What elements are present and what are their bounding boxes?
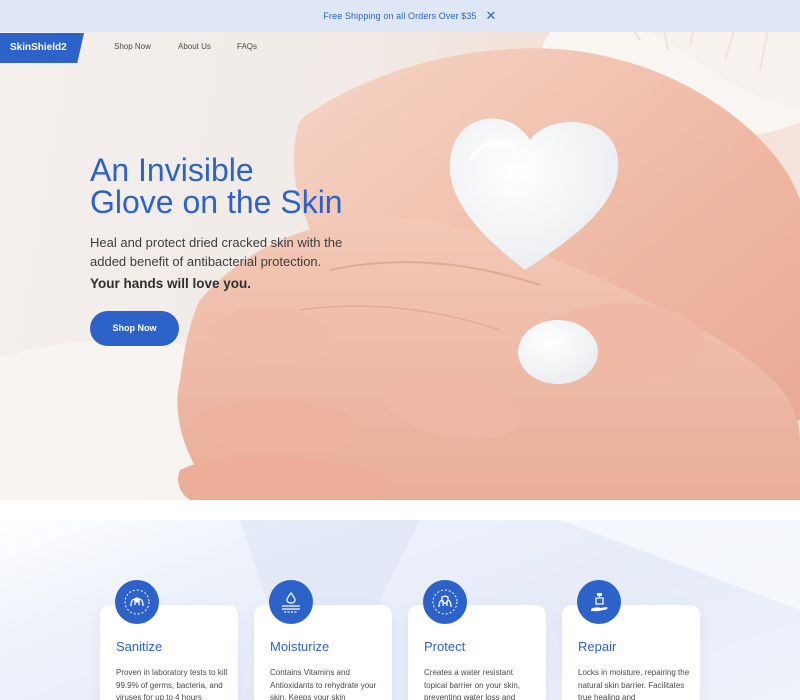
feature-card-sanitize: Sanitize Proven in laboratory tests to k… bbox=[100, 605, 238, 700]
hero-shop-now-button[interactable]: Shop Now bbox=[90, 311, 179, 346]
nav-link-shop-now[interactable]: Shop Now bbox=[114, 42, 151, 51]
hero-subtitle: Heal and protect dried cracked skin with… bbox=[90, 235, 343, 269]
announcement-bar: Free Shipping on all Orders Over $35 ✕ bbox=[0, 0, 800, 32]
hand-pump-icon bbox=[577, 580, 621, 624]
feature-title: Moisturize bbox=[270, 639, 330, 654]
hero-tagline: Your hands will love you. bbox=[90, 276, 252, 291]
feature-card-moisturize: Moisturize Contains Vitamins and Antioxi… bbox=[254, 605, 392, 700]
announcement-text: Free Shipping on all Orders Over $35 bbox=[323, 11, 477, 21]
hero-title-line-1: An Invisible bbox=[90, 152, 254, 188]
hero-title: An Invisible Glove on the Skin bbox=[90, 154, 390, 218]
feature-text: Creates a water resistant topical barrie… bbox=[424, 668, 521, 700]
feature-title: Repair bbox=[578, 639, 617, 654]
feature-title: Sanitize bbox=[116, 639, 163, 654]
hands-shield-icon bbox=[423, 580, 467, 624]
feature-text: Locks in moisture, repairing the natural… bbox=[578, 668, 690, 700]
hero-title-line-2: Glove on the Skin bbox=[90, 184, 343, 220]
feature-card-repair: Repair Locks in moisture, repairing the … bbox=[562, 605, 700, 700]
hands-sanitize-icon bbox=[115, 580, 159, 624]
feature-card-protect: Protect Creates a water resistant topica… bbox=[408, 605, 546, 700]
top-navigation: SkinShield2 Shop Now About Us FAQs bbox=[0, 32, 800, 64]
feature-title: Protect bbox=[424, 639, 466, 654]
feature-text: Proven in laboratory tests to kill 99.9%… bbox=[116, 668, 228, 700]
droplet-skin-icon bbox=[269, 580, 313, 624]
nav-link-faqs[interactable]: FAQs bbox=[237, 42, 257, 51]
nav-link-about-us[interactable]: About Us bbox=[178, 42, 211, 51]
feature-text: Contains Vitamins and Antioxidants to re… bbox=[270, 668, 377, 700]
brand-logo[interactable]: SkinShield2 bbox=[0, 33, 84, 63]
close-icon[interactable]: ✕ bbox=[484, 9, 498, 23]
features-section: Sanitize Proven in laboratory tests to k… bbox=[0, 520, 800, 700]
